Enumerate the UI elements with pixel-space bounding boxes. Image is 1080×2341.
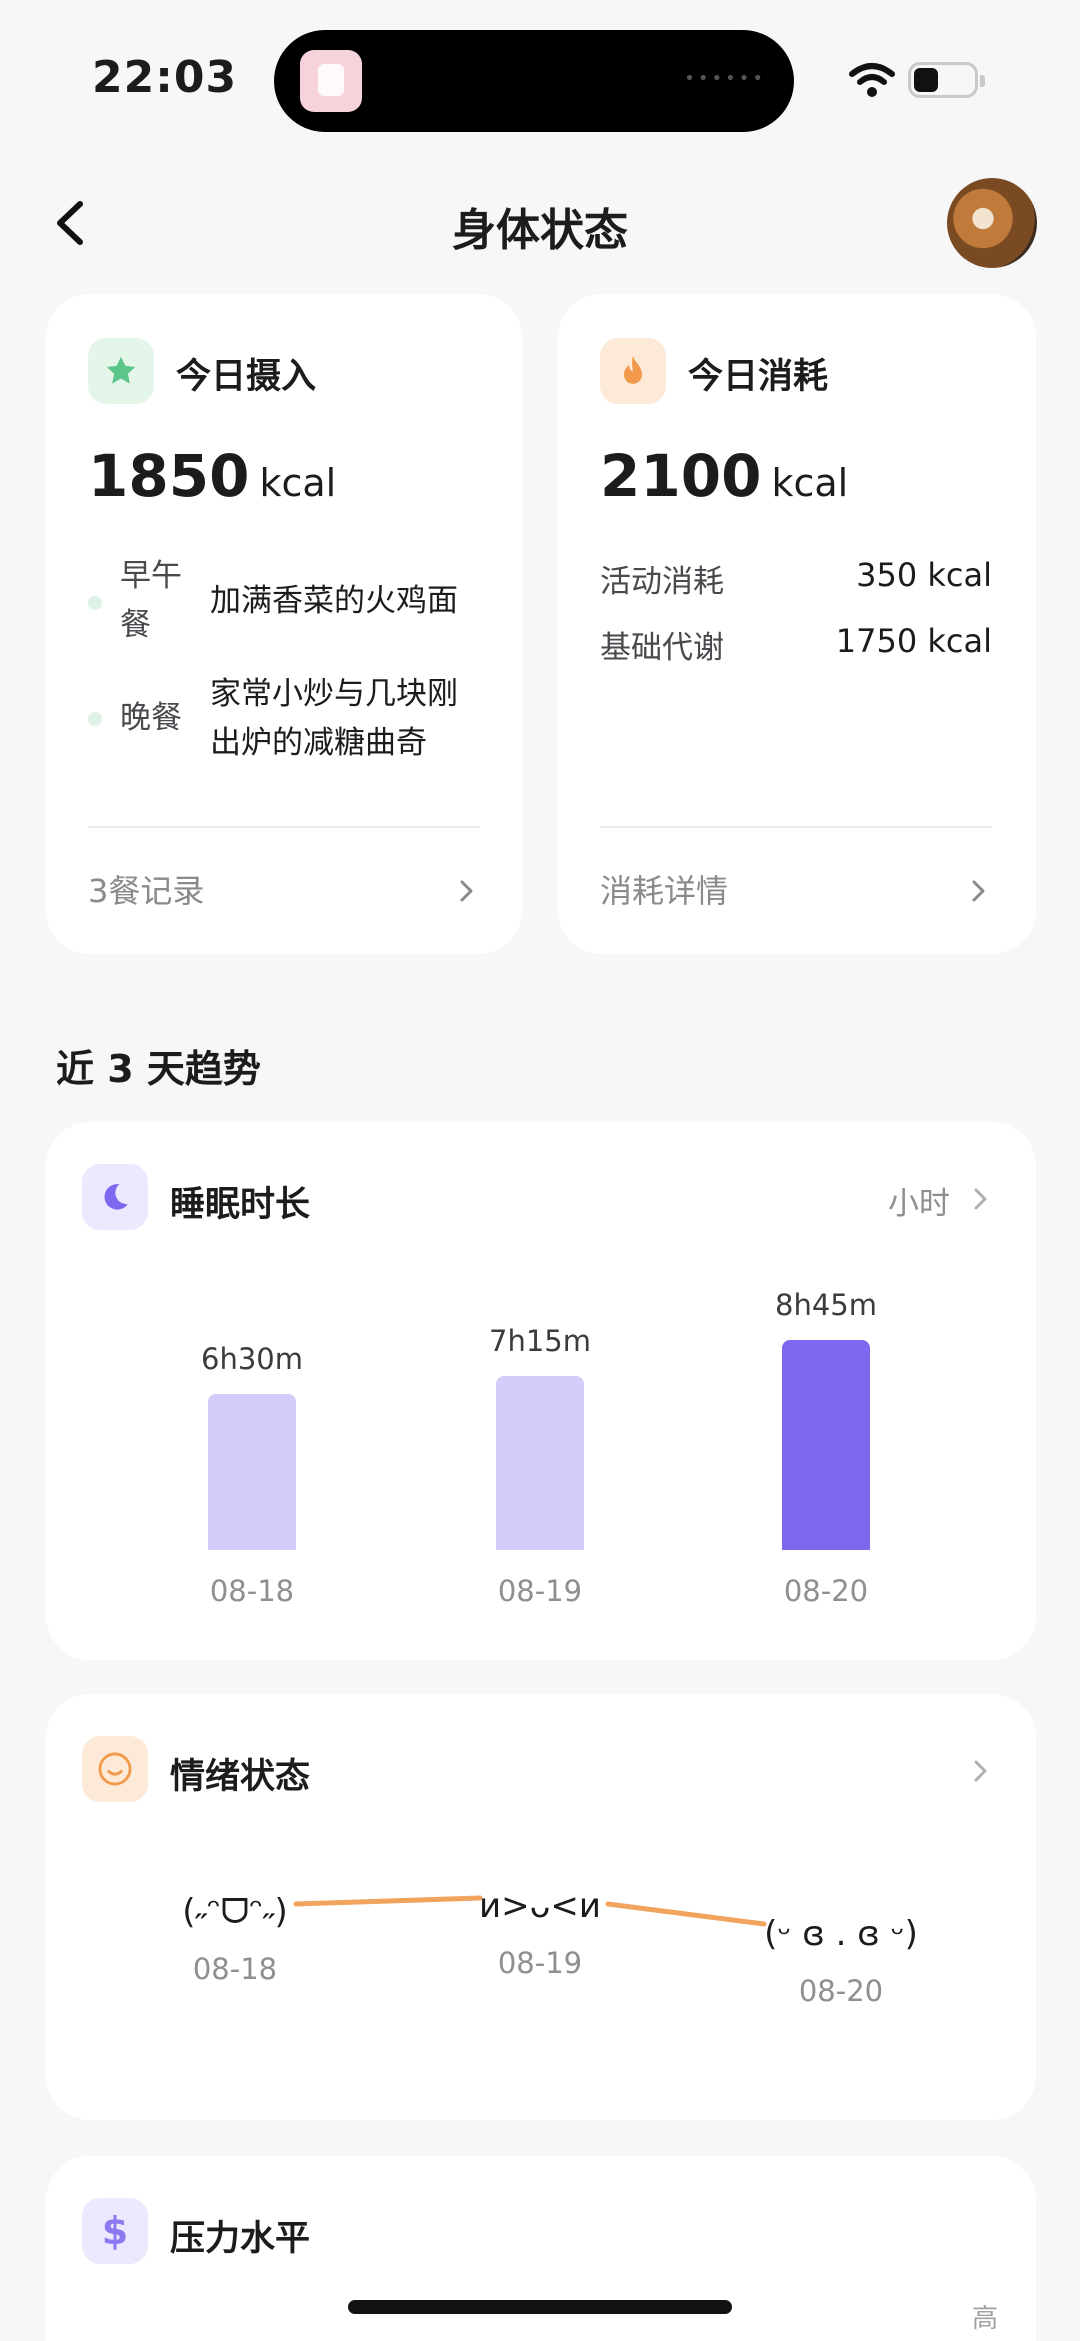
burn-value: 2100 (600, 442, 762, 510)
avatar[interactable] (947, 178, 1037, 268)
burn-card[interactable]: 今日消耗 2100 kcal 活动消耗 350 kcal 基础代谢 1750 kc… (558, 294, 1036, 954)
meal-text-dinner: 家常小炒与几块刚 出炉的减糖曲奇 (210, 676, 458, 761)
burn-title: 今日消耗 (688, 357, 829, 397)
burn-value-row: 2100 kcal (600, 442, 848, 510)
meal-text-brunch: 加满香菜的火鸡面 (210, 583, 458, 619)
stress-axis-high: 高 (972, 2304, 999, 2334)
dollar-icon: $ (82, 2198, 148, 2264)
intake-value: 1850 (88, 442, 250, 510)
activity-burn-label: 活动消耗 (600, 564, 724, 600)
sleep-value-label: 8h45m (775, 1288, 877, 1322)
burn-unit: kcal (771, 461, 849, 505)
mood-kaomoji-0818: (˶ᵔᗜᵔ˶) (182, 1892, 288, 1932)
sleep-value-label: 6h30m (201, 1342, 303, 1376)
meal-label-dinner: 晚餐 (120, 700, 182, 736)
flame-icon (600, 338, 666, 404)
card-divider (600, 826, 992, 828)
trend-section-title: 近 3 天趋势 (56, 1047, 261, 1091)
home-indicator (348, 2300, 732, 2314)
sleep-date-label: 08-18 (209, 1574, 295, 1608)
bmr-value: 1750 kcal (835, 622, 992, 660)
star-icon (88, 338, 154, 404)
app-activity-icon (300, 50, 362, 112)
mood-card[interactable]: 情绪状态 (˶ᵔᗜᵔ˶) 08-18 ᴎ>ᴗ<ᴎ 08-19 (ᵕ ɞ . ɞ … (46, 1694, 1036, 2120)
sleep-date-label: 08-19 (497, 1574, 583, 1608)
mood-date-0818: 08-18 (192, 1952, 278, 1986)
wifi-icon (849, 63, 895, 97)
activity-dots-icon: •••••• (684, 68, 766, 89)
battery-icon (908, 62, 985, 98)
burn-details-link[interactable]: 消耗详情 (600, 866, 728, 912)
meal-records-link[interactable]: 3餐记录 (88, 866, 204, 912)
bmr-label: 基础代谢 (600, 630, 724, 666)
meal-label-brunch: 早午 餐 (120, 558, 182, 643)
mood-date-0820: 08-20 (798, 1974, 884, 2008)
dynamic-island: •••••• (274, 30, 794, 132)
mood-kaomoji-0819: ᴎ>ᴗ<ᴎ (479, 1886, 601, 1926)
sleep-bar-08-20 (782, 1340, 870, 1550)
sleep-date-label: 08-20 (783, 1574, 869, 1608)
chevron-right-icon[interactable] (456, 874, 478, 908)
activity-burn-value: 350 kcal (856, 556, 992, 594)
intake-title: 今日摄入 (176, 357, 317, 397)
intake-value-row: 1850 kcal (88, 442, 336, 510)
sleep-bar-08-19 (496, 1376, 584, 1550)
status-time: 22:03 (92, 52, 238, 103)
chevron-right-icon[interactable] (968, 874, 990, 908)
intake-unit: kcal (259, 461, 337, 505)
mood-kaomoji-0820: (ᵕ ɞ . ɞ ᵕ) (764, 1914, 918, 1954)
mood-date-0819: 08-19 (497, 1946, 583, 1980)
sleep-chart: 6h30m 08-18 7h15m 08-19 8h45m 08-20 (46, 1122, 1036, 1660)
sleep-card[interactable]: 睡眠时长 小时 6h30m 08-18 7h15m 08-19 8h45m 08-20 (46, 1122, 1036, 1660)
page-title: 身体状态 (452, 205, 628, 256)
card-divider (88, 826, 480, 828)
sleep-bar-08-18 (208, 1394, 296, 1550)
meal-dot (88, 596, 102, 610)
sleep-value-label: 7h15m (489, 1324, 591, 1358)
intake-card[interactable]: 今日摄入 1850 kcal 早午 餐 加满香菜的火鸡面 晚餐 家常小炒与几块刚 … (46, 294, 522, 954)
meal-dot (88, 712, 102, 726)
stress-title: 压力水平 (170, 2219, 311, 2259)
